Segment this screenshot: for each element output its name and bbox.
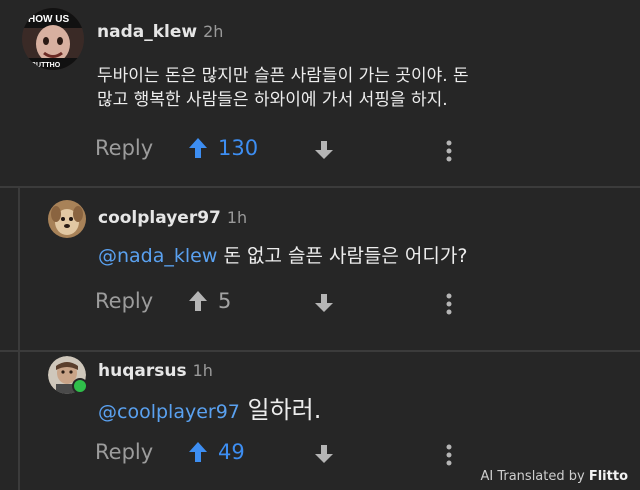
comment-actions: Reply 130 <box>0 136 640 166</box>
comment-text: 돈 없고 슬픈 사람들은 어디가? <box>217 245 468 267</box>
arrow-up-icon[interactable] <box>188 137 208 159</box>
comment-actions: Reply 5 <box>0 289 640 319</box>
avatar[interactable]: HOW US BUTTHO <box>22 8 84 70</box>
reply-button[interactable]: Reply <box>95 289 153 313</box>
timestamp: 2h <box>203 22 224 41</box>
more-vertical-icon[interactable] <box>445 140 453 162</box>
username-text[interactable]: coolplayer97 <box>98 208 221 228</box>
attribution-brand: Flitto <box>588 469 628 484</box>
vote-score: 130 <box>218 136 259 160</box>
comment-body: 두바이는 돈은 많지만 슬픈 사람들이 가는 곳이야. 돈 많고 행복한 사람들… <box>97 64 469 112</box>
reply-button[interactable]: Reply <box>95 440 153 464</box>
timestamp: 1h <box>192 361 213 380</box>
comment-text: 일하러. <box>239 396 322 424</box>
comment-body: @nada_klew 돈 없고 슬픈 사람들은 어디가? <box>98 244 467 268</box>
username[interactable]: huqarsus 1h <box>98 361 213 381</box>
avatar-caption-bottom: BUTTHO <box>31 62 61 69</box>
attribution-prefix: AI Translated by <box>480 469 589 484</box>
username[interactable]: nada_klew 2h <box>97 22 223 42</box>
comment-body: @coolplayer97 일하러. <box>98 398 321 424</box>
arrow-down-icon[interactable] <box>314 444 334 464</box>
reply-button[interactable]: Reply <box>95 136 153 160</box>
comment-line: 두바이는 돈은 많지만 슬픈 사람들이 가는 곳이야. 돈 <box>97 66 469 86</box>
more-vertical-icon[interactable] <box>445 293 453 315</box>
user-mention-link[interactable]: @coolplayer97 <box>98 401 240 423</box>
arrow-up-icon[interactable] <box>188 290 208 312</box>
user-mention-link[interactable]: @nada_klew <box>98 245 217 267</box>
username-text[interactable]: huqarsus <box>98 361 187 381</box>
online-status-icon <box>72 378 88 394</box>
timestamp: 1h <box>226 208 248 227</box>
arrow-down-icon[interactable] <box>314 293 334 313</box>
avatar[interactable] <box>48 356 88 394</box>
upvote-button[interactable]: 49 <box>188 440 245 464</box>
comment-nada-klew: HOW US BUTTHO nada_klew 2h 두바이는 돈은 많지만 슬픈… <box>0 0 640 186</box>
comment-line: 많고 행복한 사람들은 하와이에 가서 서핑을 하지. <box>97 90 448 110</box>
more-vertical-icon[interactable] <box>445 444 453 466</box>
username[interactable]: coolplayer97 1h <box>98 208 247 228</box>
arrow-down-icon[interactable] <box>314 140 334 160</box>
upvote-button[interactable]: 5 <box>188 289 231 313</box>
upvote-button[interactable]: 130 <box>188 136 258 160</box>
comment-coolplayer97: coolplayer97 1h @nada_klew 돈 없고 슬픈 사람들은 어… <box>0 188 640 351</box>
username-text[interactable]: nada_klew <box>97 22 197 42</box>
comment-actions: Reply 49 <box>0 440 640 470</box>
translation-attribution: AI Translated by Flitto <box>480 469 628 484</box>
vote-score: 5 <box>218 289 232 313</box>
arrow-up-icon[interactable] <box>188 441 208 463</box>
avatar[interactable] <box>48 200 86 238</box>
avatar-caption-top: HOW US <box>28 14 69 25</box>
vote-score: 49 <box>218 440 245 464</box>
